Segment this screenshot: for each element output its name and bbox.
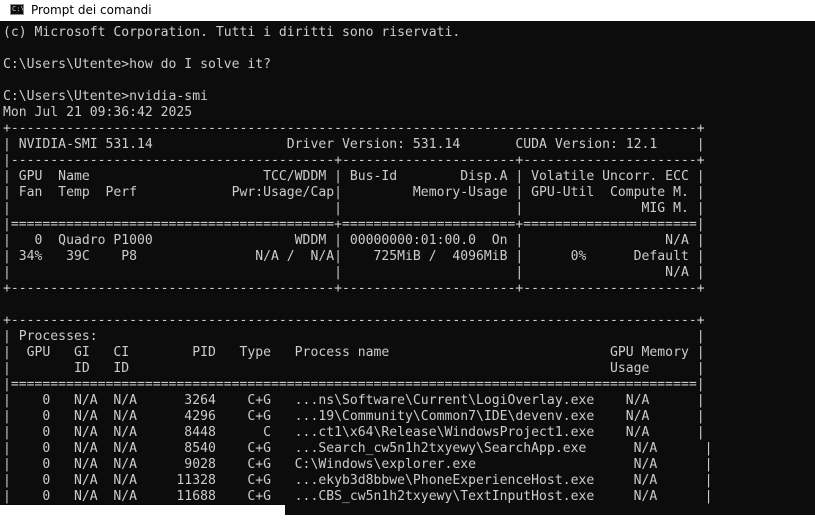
console-line: | GPU GI CI PID Type Process name GPU Me… — [3, 345, 705, 360]
console-line: | Processes: | — [3, 329, 705, 344]
console-line: | 0 N/A N/A 8540 C+G ...Search_cw5n1h2tx… — [3, 441, 713, 456]
console-line: (c) Microsoft Corporation. Tutti i dirit… — [3, 25, 461, 40]
console-line: | 0 N/A N/A 9028 C+G C:\Windows\explorer… — [3, 457, 713, 472]
console-line: |---------------------------------------… — [3, 153, 705, 168]
console-app-icon: C:\ — [10, 4, 24, 15]
console-line: | 0 N/A N/A 8448 C ...ct1\x64\Release\Wi… — [3, 425, 705, 440]
console-line: | 34% 39C P8 N/A / N/A| 725MiB / 4096MiB… — [3, 249, 705, 264]
console-line: | 0 N/A N/A 4296 C+G ...19\Community\Com… — [3, 409, 705, 424]
console-line: | 0 Quadro P1000 WDDM | 00000000:01:00.0… — [3, 233, 705, 248]
console-line: | 0 N/A N/A 3264 C+G ...ns\Software\Curr… — [3, 393, 705, 408]
console-line: | 0 N/A N/A 11328 C+G ...ekyb3d8bbwe\Pho… — [3, 473, 713, 488]
console-text: (c) Microsoft Corporation. Tutti i dirit… — [0, 25, 815, 505]
desktop-background — [0, 505, 285, 522]
console-line: |=======================================… — [3, 217, 705, 232]
console-line: | ID ID Usage | — [3, 361, 705, 376]
console-line: |=======================================… — [3, 377, 705, 392]
console-line: | | | N/A | — [3, 265, 705, 280]
title-bar[interactable]: C:\ Prompt dei comandi — [0, 0, 815, 21]
console-line: +---------------------------------------… — [3, 121, 705, 136]
console-line: | GPU Name TCC/WDDM | Bus-Id Disp.A | Vo… — [3, 169, 705, 184]
console-line: C:\Users\Utente>how do I solve it? — [3, 57, 272, 72]
command-prompt-window: C:\ Prompt dei comandi (c) Microsoft Cor… — [0, 0, 815, 505]
window-bottom-edge — [285, 505, 815, 522]
console-line: | 0 N/A N/A 11688 C+G ...CBS_cw5n1h2txye… — [3, 489, 713, 504]
console-line: +---------------------------------------… — [3, 281, 705, 296]
console-line: | NVIDIA-SMI 531.14 Driver Version: 531.… — [3, 137, 705, 152]
console-line: | | | MIG M. | — [3, 201, 705, 216]
window-title: Prompt dei comandi — [31, 3, 152, 17]
console-line: C:\Users\Utente>nvidia-smi — [3, 89, 208, 104]
console-line: Mon Jul 21 09:36:42 2025 — [3, 105, 193, 120]
console-output-area[interactable]: (c) Microsoft Corporation. Tutti i dirit… — [0, 21, 815, 505]
console-line: | Fan Temp Perf Pwr:Usage/Cap| Memory-Us… — [3, 185, 705, 200]
console-line: +---------------------------------------… — [3, 313, 705, 328]
